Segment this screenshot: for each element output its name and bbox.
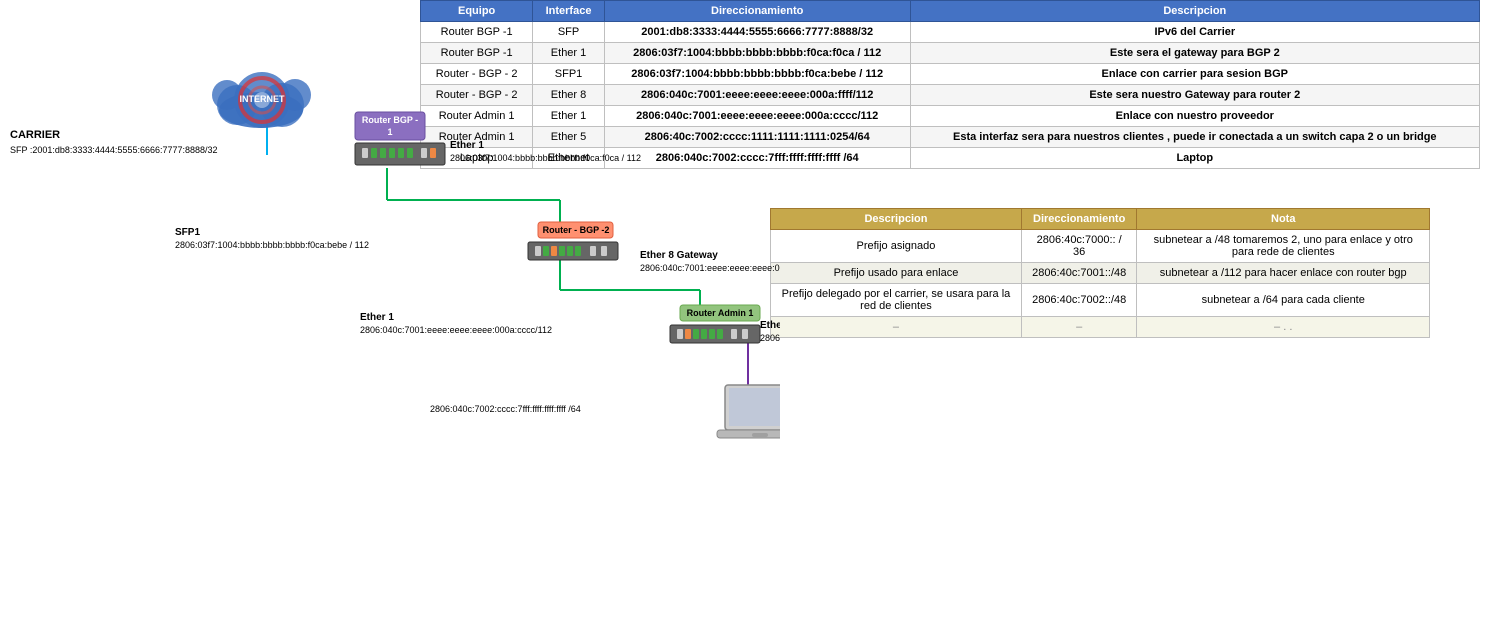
svg-text:Router Admin 1: Router Admin 1: [687, 308, 754, 318]
col2-desc: Descripcion: [771, 209, 1022, 230]
second-table: Descripcion Direccionamiento Nota Prefij…: [770, 208, 1430, 338]
table-row: Prefijo usado para enlace2806:40c:7001::…: [771, 263, 1430, 284]
table-cell: –: [771, 317, 1022, 338]
svg-text:INTERNET: INTERNET: [240, 94, 286, 104]
svg-text:2806:03f7:1004:bbbb:bbbb:bbbb:: 2806:03f7:1004:bbbb:bbbb:bbbb:f0ca:f0ca …: [450, 153, 641, 163]
table-cell: Este sera el gateway para BGP 2: [910, 43, 1479, 64]
svg-text:SFP :2001:db8:3333:4444:5555:6: SFP :2001:db8:3333:4444:5555:6666:7777:8…: [10, 145, 218, 155]
table-cell: Enlace con nuestro proveedor: [910, 106, 1479, 127]
svg-text:Ether 1: Ether 1: [450, 140, 484, 151]
svg-text:SFP1: SFP1: [175, 227, 200, 238]
col2-nota: Nota: [1137, 209, 1430, 230]
svg-text:2806:040c:7002:cccc:7fff:ffff:: 2806:040c:7002:cccc:7fff:ffff:ffff:ffff …: [430, 404, 581, 414]
table-row: Prefijo asignado2806:40c:7000:: / 36subn…: [771, 230, 1430, 263]
table-cell: Enlace con carrier para sesion BGP: [910, 64, 1479, 85]
table-row: ––– . .: [771, 317, 1430, 338]
table-cell: 2806:40c:7001::/48: [1021, 263, 1137, 284]
table-cell: Prefijo asignado: [771, 230, 1022, 263]
svg-text:2806:040c:7001:eeee:eeee:eeee:: 2806:040c:7001:eeee:eeee:eeee:000a:ffff/…: [640, 263, 780, 273]
svg-text:2806:040c:7001:eeee:eeee:eeee:: 2806:040c:7001:eeee:eeee:eeee:000a:cccc/…: [360, 325, 552, 335]
svg-text:Router - BGP -2: Router - BGP -2: [543, 225, 610, 235]
table-cell: Este sera nuestro Gateway para router 2: [910, 85, 1479, 106]
table-cell: –: [1021, 317, 1137, 338]
svg-text:2806:03f7:1004:bbbb:bbbb:bbbb:: 2806:03f7:1004:bbbb:bbbb:bbbb:f0ca:bebe …: [175, 240, 369, 250]
svg-text:Ether 8 Gateway: Ether 8 Gateway: [640, 250, 718, 261]
svg-text:1: 1: [387, 127, 392, 137]
svg-text:Router BGP -: Router BGP -: [362, 115, 418, 125]
table-cell: Prefijo usado para enlace: [771, 263, 1022, 284]
col-desc: Descripcion: [910, 1, 1479, 22]
table-cell: 2806:40c:7002::/48: [1021, 284, 1137, 317]
table-cell: subnetear a /112 para hacer enlace con r…: [1137, 263, 1430, 284]
table-cell: 2806:40c:7000:: / 36: [1021, 230, 1137, 263]
table-cell: Esta interfaz sera para nuestros cliente…: [910, 127, 1479, 148]
svg-text:Ether 1: Ether 1: [360, 312, 394, 323]
table-cell: Prefijo delegado por el carrier, se usar…: [771, 284, 1022, 317]
table-cell: subnetear a /64 para cada cliente: [1137, 284, 1430, 317]
col2-dir: Direccionamiento: [1021, 209, 1137, 230]
table-cell: – . .: [1137, 317, 1430, 338]
network-diagram: INTERNET CARRIER SFP :2001:db8:3333:4444…: [0, 0, 780, 472]
svg-text:CARRIER: CARRIER: [10, 129, 60, 141]
table-cell: subnetear a /48 tomaremos 2, uno para en…: [1137, 230, 1430, 263]
svg-text:Ether 5: Ether 5: [760, 320, 780, 331]
table-cell: Laptop: [910, 148, 1479, 169]
table-row: Prefijo delegado por el carrier, se usar…: [771, 284, 1430, 317]
svg-text:2806:40c:7002:cccc:1111:1111:1: 2806:40c:7002:cccc:1111:1111:1111:0254/6…: [760, 333, 780, 343]
table-cell: IPv6 del Carrier: [910, 22, 1479, 43]
